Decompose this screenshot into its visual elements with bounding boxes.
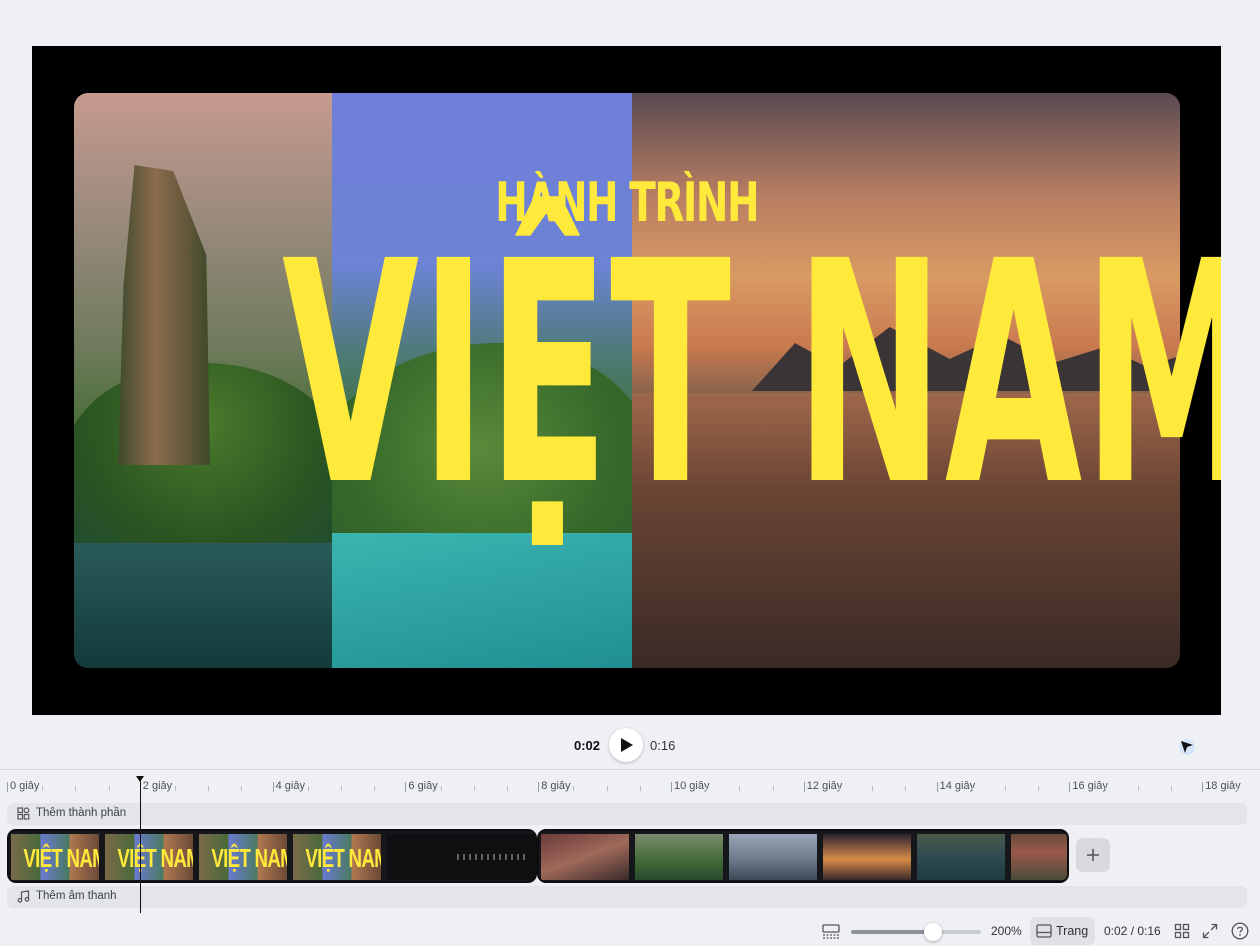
ruler-minor-tick (307, 786, 309, 791)
zoom-slider[interactable] (851, 923, 981, 941)
ruler-minor-tick (473, 786, 475, 791)
ruler-minor-tick (1038, 786, 1040, 791)
clip-thumbnail (449, 834, 535, 880)
thumbnail-title: VIỆT NAM (117, 843, 193, 873)
ruler-minor-tick (772, 786, 774, 791)
ruler-minor-tick (971, 786, 973, 791)
ruler-minor-tick (1005, 786, 1006, 791)
timeline-ruler[interactable]: 0 giây 2 giây 4 giây 6 giây 8 giây 10 giây 12 … (0, 776, 1260, 798)
ruler-minor-tick (208, 786, 210, 791)
ruler-tick-label: 8 giây (538, 780, 571, 792)
ruler-tick-label: 14 giây (936, 780, 976, 792)
clip-segment-scenes[interactable] (537, 829, 1069, 883)
title-viet-nam[interactable]: VIỆT NAM (282, 222, 1221, 528)
ruler-minor-tick (739, 786, 741, 791)
add-clip-button[interactable] (1076, 838, 1110, 872)
timeline-toggle-icon[interactable] (822, 924, 840, 939)
ruler-minor-tick (42, 786, 44, 791)
water-shape (74, 543, 332, 668)
zoom-level: 200% (991, 924, 1022, 938)
ruler-minor-tick (639, 786, 641, 791)
ruler-minor-tick (175, 786, 176, 791)
clip-thumbnail: VIỆT NAM (293, 834, 381, 880)
ruler-minor-tick (839, 786, 840, 791)
thumbnail-marks (457, 854, 529, 860)
clip-thumbnail (1011, 834, 1067, 880)
ruler-minor-tick (1237, 786, 1239, 791)
ruler-minor-tick (606, 786, 608, 791)
clip-thumbnail (541, 834, 629, 880)
playhead[interactable] (136, 776, 144, 913)
video-clip-track[interactable]: VIỆT NAM VIỆT NAM VIỆT NAM VIỆT NAM (7, 829, 1247, 883)
clip-thumbnail: VIỆT NAM (105, 834, 193, 880)
ruler-tick-label: 18 giây (1202, 780, 1241, 792)
pages-button-label: Trang (1056, 924, 1089, 938)
add-audio-label: Thêm âm thanh (36, 890, 117, 902)
sea-shape (332, 533, 632, 668)
ruler-minor-tick (905, 786, 907, 791)
zoom-slider-thumb[interactable] (923, 923, 942, 941)
clip-thumbnail (729, 834, 817, 880)
bottom-toolbar: 200% Trang 0:02 / 0:16 (0, 916, 1260, 946)
ruler-minor-tick (507, 786, 508, 791)
thumbnail-title: VIỆT NAM (211, 843, 287, 873)
ruler-minor-tick (75, 786, 77, 791)
grid-view-icon[interactable] (1174, 923, 1190, 939)
ruler-minor-tick (374, 786, 376, 791)
ruler-tick-label: 6 giây (405, 780, 438, 792)
elements-icon (17, 807, 30, 820)
ruler-minor-tick (241, 786, 243, 791)
ruler-tick-label: 0 giây (6, 780, 40, 792)
add-element-label: Thêm thành phần (36, 807, 127, 819)
play-icon (621, 738, 633, 752)
fullscreen-icon[interactable] (1202, 923, 1218, 939)
rock-shape (118, 165, 210, 465)
ruler-minor-tick (341, 786, 342, 791)
playhead-handle[interactable] (136, 776, 144, 782)
ruler-tick-label: 2 giây (139, 780, 173, 792)
player-controls: 0:02 0:16 (0, 727, 1260, 763)
add-audio-track[interactable]: Thêm âm thanh (7, 886, 1247, 908)
plus-icon (1087, 849, 1099, 861)
ruler-minor-tick (108, 786, 110, 791)
thumbnail-title: VIỆT NAM (305, 843, 381, 873)
ruler-minor-tick (872, 786, 874, 791)
ruler-minor-tick (1171, 786, 1172, 791)
current-time: 0:02 (574, 738, 601, 753)
divider (0, 769, 1260, 770)
pages-icon (1036, 924, 1052, 938)
help-icon[interactable] (1231, 922, 1249, 940)
ruler-tick-label: 4 giây (272, 780, 305, 792)
ruler-tick-label: 12 giây (803, 780, 843, 792)
ruler-tick-label: 10 giây (670, 780, 710, 792)
play-button[interactable] (609, 728, 643, 762)
ruler-minor-tick (1137, 786, 1139, 791)
ruler-minor-tick (1104, 786, 1106, 791)
pages-button[interactable]: Trang (1030, 917, 1095, 945)
ruler-minor-tick (440, 786, 442, 791)
video-preview[interactable]: HÀNH TRÌNH VIỆT NAM (32, 46, 1221, 715)
time-display: 0:02 / 0:16 (1104, 924, 1161, 938)
clip-thumbnail (823, 834, 911, 880)
clip-thumbnail (917, 834, 1005, 880)
ruler-tick-label: 16 giây (1069, 780, 1108, 792)
clip-thumbnail: VIỆT NAM (199, 834, 287, 880)
clip-segment-intro[interactable]: VIỆT NAM VIỆT NAM VIỆT NAM VIỆT NAM (7, 829, 537, 883)
thumbnail-title: VIỆT NAM (23, 843, 99, 873)
clip-thumbnail (635, 834, 723, 880)
ruler-minor-tick (573, 786, 575, 791)
add-element-track[interactable]: Thêm thành phần (7, 803, 1247, 825)
clip-thumbnail: VIỆT NAM (11, 834, 99, 880)
pointer-cursor-icon (1179, 739, 1195, 755)
zoom-slider-fill (851, 930, 933, 934)
music-note-icon (17, 890, 30, 903)
ruler-minor-tick (706, 786, 708, 791)
total-time: 0:16 (650, 738, 676, 753)
